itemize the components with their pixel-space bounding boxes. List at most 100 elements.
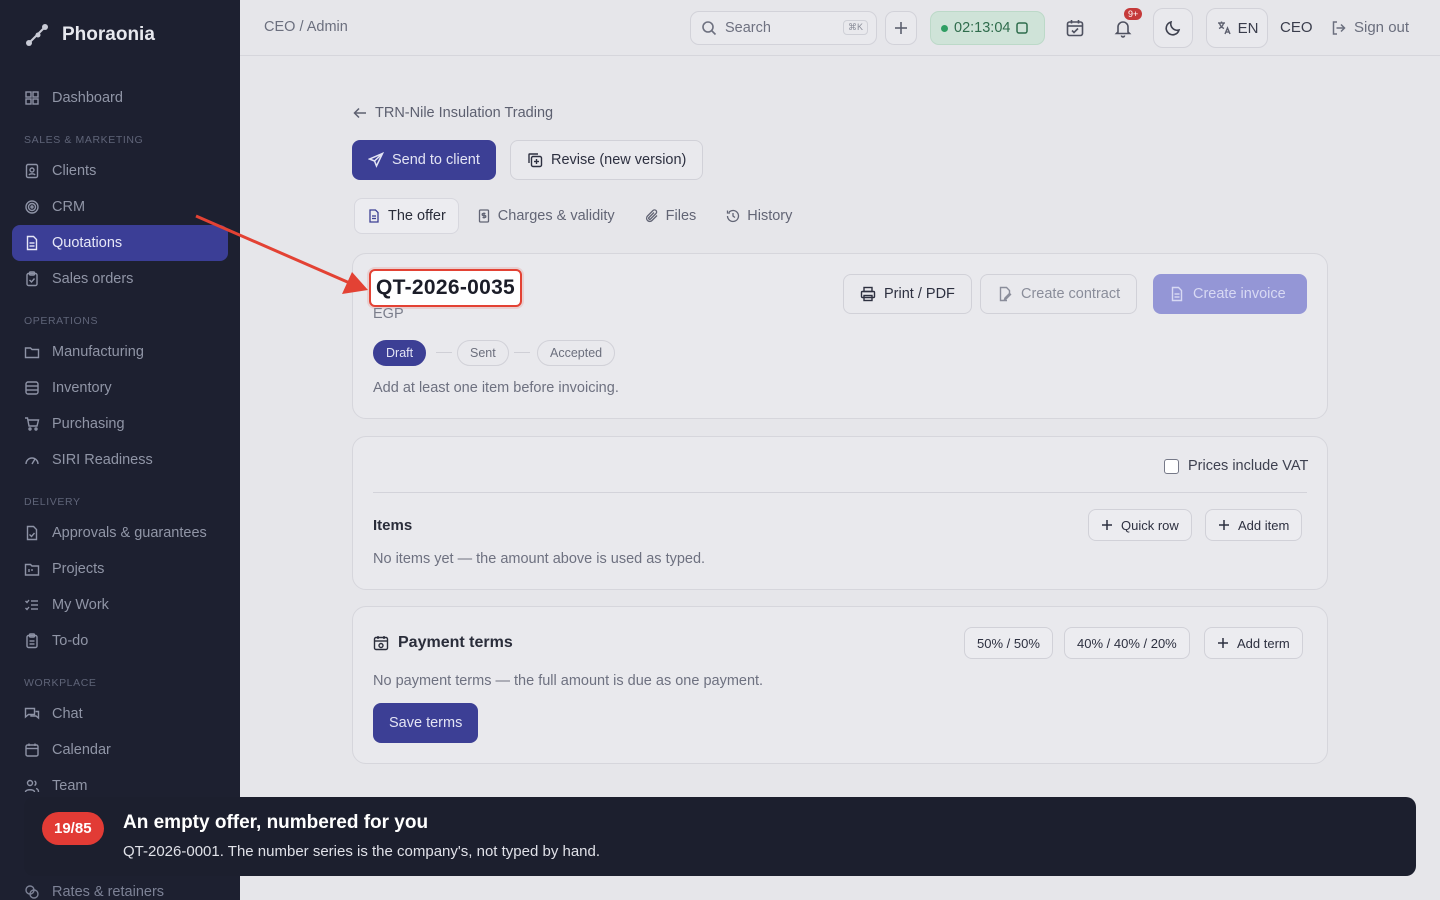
sidebar-item-rates[interactable]: Rates & retainers bbox=[24, 884, 164, 900]
running-dot bbox=[941, 24, 948, 32]
file-check-icon bbox=[24, 525, 40, 541]
sidebar-item-label: Sales orders bbox=[52, 271, 134, 287]
theme-toggle[interactable] bbox=[1153, 8, 1193, 48]
tab-charges-validity[interactable]: Charges & validity bbox=[465, 198, 627, 234]
section-delivery: DELIVERY bbox=[24, 496, 81, 508]
user-role[interactable]: CEO bbox=[1280, 19, 1313, 36]
sidebar-item-calendar[interactable]: Calendar bbox=[12, 732, 228, 768]
send-to-client-button[interactable]: Send to client bbox=[352, 140, 496, 180]
vat-label: Prices include VAT bbox=[1188, 458, 1309, 474]
payment-title-label: Payment terms bbox=[398, 634, 513, 651]
sidebar-item-label: Inventory bbox=[52, 380, 112, 396]
vat-checkbox[interactable] bbox=[1164, 459, 1179, 474]
quick-add-button[interactable] bbox=[885, 11, 917, 45]
sidebar-item-purchasing[interactable]: Purchasing bbox=[12, 406, 228, 442]
clipboard-icon bbox=[24, 271, 40, 287]
notification-badge: 9+ bbox=[1124, 8, 1143, 20]
calendar-clock-icon bbox=[373, 635, 389, 651]
sign-out-button[interactable]: Sign out bbox=[1331, 19, 1409, 36]
sidebar-item-clients[interactable]: Clients bbox=[12, 153, 228, 189]
invoice-label: Create invoice bbox=[1193, 286, 1286, 302]
add-item-label: Add item bbox=[1238, 517, 1290, 533]
tab-label: Files bbox=[665, 208, 697, 224]
sidebar-item-my-work[interactable]: My Work bbox=[12, 587, 228, 623]
sidebar-item-label: Clients bbox=[52, 163, 97, 179]
sidebar-item-projects[interactable]: Projects bbox=[12, 551, 228, 587]
users-icon bbox=[24, 778, 40, 794]
annotation-arrow-icon bbox=[195, 214, 368, 294]
preset-label: 40% / 40% / 20% bbox=[1077, 635, 1177, 651]
sidebar-item-siri[interactable]: SIRI Readiness bbox=[12, 442, 228, 478]
quick-row-button[interactable]: Quick row bbox=[1088, 509, 1192, 541]
history-icon bbox=[726, 209, 740, 223]
file-signature-icon bbox=[997, 286, 1013, 302]
tab-bar: The offer Charges & validity Files Histo… bbox=[354, 198, 804, 234]
calendar-button[interactable] bbox=[1058, 11, 1092, 45]
plus-icon bbox=[1101, 519, 1113, 531]
payment-title: Payment terms bbox=[373, 634, 513, 652]
back-link[interactable]: TRN-Nile Insulation Trading bbox=[353, 105, 553, 121]
bell-icon bbox=[1113, 18, 1133, 38]
status-connector bbox=[436, 352, 452, 353]
items-title: Items bbox=[373, 517, 413, 534]
create-contract-button[interactable]: Create contract bbox=[980, 274, 1138, 314]
print-pdf-button[interactable]: Print / PDF bbox=[843, 274, 972, 314]
status-draft: Draft bbox=[373, 340, 427, 366]
sidebar-item-label: Quotations bbox=[52, 235, 123, 251]
divider bbox=[373, 492, 1307, 493]
tab-history[interactable]: History bbox=[714, 198, 804, 234]
brand[interactable]: Phoraonia bbox=[24, 22, 155, 48]
sidebar-item-label: Purchasing bbox=[52, 416, 125, 432]
sidebar: Phoraonia Dashboard SALES & MARKETING Cl… bbox=[0, 0, 240, 900]
status-accepted: Accepted bbox=[537, 340, 616, 366]
sidebar-item-label: To-do bbox=[52, 633, 89, 649]
printer-icon bbox=[860, 286, 876, 302]
sidebar-item-inventory[interactable]: Inventory bbox=[12, 370, 228, 406]
tab-files[interactable]: Files bbox=[633, 198, 709, 234]
save-terms-button[interactable]: Save terms bbox=[373, 703, 479, 743]
sign-out-label: Sign out bbox=[1354, 19, 1410, 36]
timer-value: 02:13:04 bbox=[954, 20, 1011, 36]
plus-icon bbox=[894, 21, 908, 35]
translate-icon bbox=[1216, 20, 1232, 36]
preset-label: 50% / 50% bbox=[977, 635, 1040, 651]
receipt-icon bbox=[477, 209, 491, 223]
sidebar-item-label: Projects bbox=[52, 561, 105, 577]
tab-label: Charges & validity bbox=[497, 208, 615, 224]
sidebar-item-approvals[interactable]: Approvals & guarantees bbox=[12, 515, 228, 551]
plus-icon bbox=[1217, 637, 1229, 649]
folder-kanban-icon bbox=[24, 561, 40, 577]
back-label: TRN-Nile Insulation Trading bbox=[375, 105, 554, 121]
add-item-button[interactable]: Add item bbox=[1205, 509, 1303, 541]
copy-plus-icon bbox=[527, 152, 543, 168]
quotation-number: QT-2026-0035 bbox=[369, 269, 523, 307]
section-workplace: WORKPLACE bbox=[24, 677, 97, 689]
folder-icon bbox=[24, 344, 40, 360]
preset-40-40-20-button[interactable]: 40% / 40% / 20% bbox=[1064, 627, 1190, 659]
grid-icon bbox=[24, 90, 40, 106]
sidebar-item-dashboard[interactable]: Dashboard bbox=[12, 80, 228, 116]
plus-icon bbox=[1218, 519, 1230, 531]
time-tracker[interactable]: 02:13:04 bbox=[930, 11, 1045, 45]
sidebar-item-todo[interactable]: To-do bbox=[12, 623, 228, 659]
sidebar-item-label: Team bbox=[52, 778, 88, 794]
search-input[interactable]: Search ⌘K bbox=[690, 11, 877, 45]
sidebar-item-manufacturing[interactable]: Manufacturing bbox=[12, 334, 228, 370]
top-bar: CEO / Admin Search ⌘K 02:13:04 9+ EN CEO… bbox=[240, 0, 1440, 56]
create-invoice-button[interactable]: Create invoice bbox=[1153, 274, 1307, 314]
revise-button[interactable]: Revise (new version) bbox=[510, 140, 704, 180]
add-term-button[interactable]: Add term bbox=[1204, 627, 1303, 659]
database-icon bbox=[24, 380, 40, 396]
search-icon bbox=[701, 20, 717, 36]
list-check-icon bbox=[24, 597, 40, 613]
quick-row-label: Quick row bbox=[1121, 517, 1179, 533]
search-placeholder: Search bbox=[725, 20, 771, 36]
stop-icon[interactable] bbox=[1016, 22, 1029, 34]
sidebar-item-chat[interactable]: Chat bbox=[12, 696, 228, 732]
sidebar-item-label: SIRI Readiness bbox=[52, 452, 153, 468]
preset-50-50-button[interactable]: 50% / 50% bbox=[964, 627, 1053, 659]
save-terms-label: Save terms bbox=[389, 715, 463, 731]
language-switcher[interactable]: EN bbox=[1206, 8, 1268, 48]
send-icon bbox=[368, 152, 384, 168]
app-name: Phoraonia bbox=[62, 24, 155, 45]
